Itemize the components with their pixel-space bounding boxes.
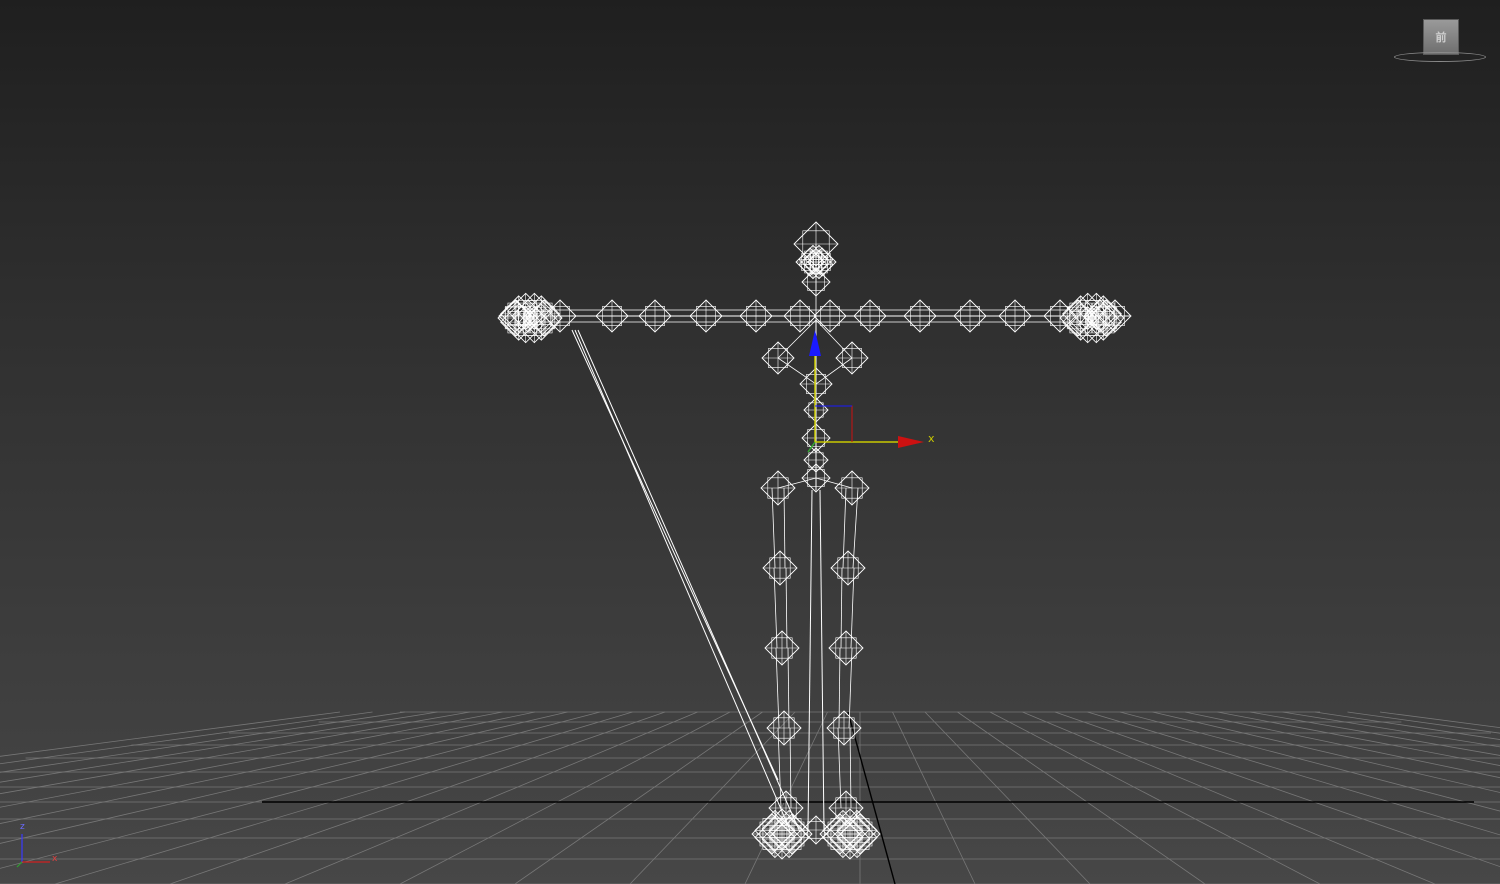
bone-line	[777, 357, 817, 385]
grid-line	[169, 711, 666, 884]
gizmo-xz-plane-handle[interactable]	[815, 405, 853, 442]
viewcube-compass-ring[interactable]	[1394, 52, 1486, 62]
bone-line	[574, 329, 791, 831]
grid-line	[1184, 711, 1500, 779]
grid-line	[514, 711, 763, 884]
bone-joint[interactable]	[638, 299, 672, 333]
bone-line	[807, 489, 813, 831]
grid-line	[399, 711, 731, 884]
bone-line	[819, 489, 825, 831]
grid-line	[284, 711, 698, 884]
grid-line	[1022, 711, 1436, 884]
bone-joint[interactable]	[783, 299, 817, 333]
bone-joint[interactable]	[764, 630, 800, 666]
scene-canvas[interactable]	[0, 0, 1500, 884]
grid-line	[1217, 711, 1500, 766]
grid-line	[1282, 711, 1500, 748]
grid-line	[1347, 711, 1500, 734]
grid-line	[0, 711, 471, 795]
bone-joint[interactable]	[813, 299, 847, 333]
gizmo-x-arrow[interactable]	[898, 436, 924, 448]
grid-line	[892, 711, 976, 884]
grid-line	[989, 711, 1321, 884]
3d-viewport[interactable]: x 前 z x	[0, 0, 1500, 884]
grid-line	[1152, 711, 1500, 793]
bone-joint[interactable]	[998, 299, 1032, 333]
bone-joint[interactable]	[828, 630, 864, 666]
grid-line	[0, 711, 503, 808]
grid-line	[0, 711, 568, 844]
bone-joint[interactable]	[766, 710, 802, 746]
axis-x-label: x	[52, 854, 58, 864]
grid-line	[1314, 711, 1500, 740]
bone-joint[interactable]	[739, 299, 773, 333]
gizmo-z-arrow[interactable]	[809, 330, 821, 356]
bone-line	[577, 329, 801, 833]
bone-line	[815, 357, 853, 385]
grid-line	[1087, 711, 1500, 836]
bone-joint[interactable]	[498, 299, 532, 333]
bone-joint[interactable]	[953, 299, 987, 333]
viewcube[interactable]: 前	[1392, 14, 1488, 66]
biped-skeleton-wireframe[interactable]	[497, 221, 1132, 860]
grid-line	[957, 711, 1206, 884]
axis-z-label: z	[20, 822, 25, 832]
world-axis-tripod: z x	[14, 822, 70, 870]
bone-joint[interactable]	[903, 299, 937, 333]
bone-joint[interactable]	[689, 299, 723, 333]
bone-joint[interactable]	[830, 550, 866, 586]
viewcube-face[interactable]: 前	[1423, 19, 1459, 55]
grid-line	[1054, 711, 1500, 868]
bone-joint[interactable]	[853, 299, 887, 333]
bone-joint[interactable]	[595, 299, 629, 333]
bone-line	[571, 329, 779, 781]
bone-joint[interactable]	[762, 550, 798, 586]
gizmo-x-label: x	[928, 432, 935, 445]
grid-line	[629, 711, 796, 884]
grid-line	[0, 711, 601, 869]
grid-line	[924, 711, 1091, 884]
